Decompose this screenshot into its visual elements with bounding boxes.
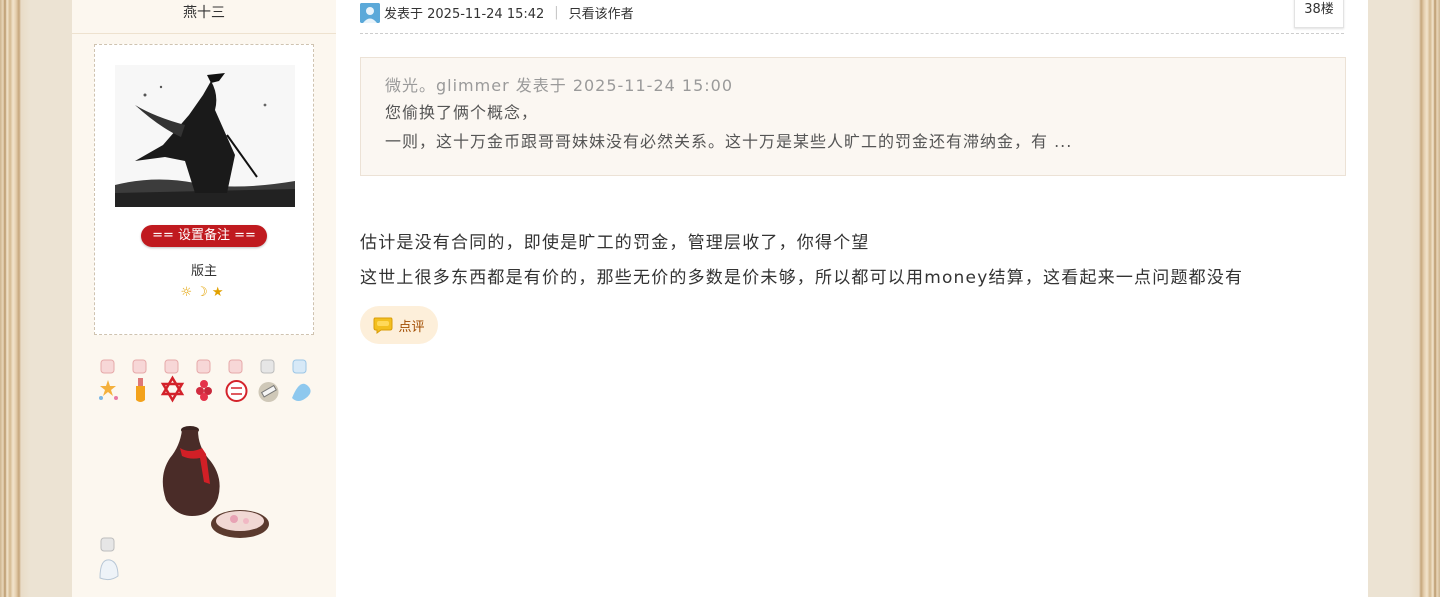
avatar[interactable] (115, 65, 295, 207)
author-role: 版主 (190, 264, 217, 279)
post-content: 发表于 2025-11-24 15:42 | 只看该作者 38楼 微光。glim… (360, 0, 1346, 597)
wine-jar-gift-image (162, 426, 269, 538)
medal-bottle-icon[interactable] (128, 358, 153, 404)
rank-sun-moon-star-icon: ☼☽★ (180, 285, 228, 300)
post-timestamp: 发表于 2025-11-24 15:42 (384, 7, 545, 22)
medal-flower-icon[interactable] (192, 358, 217, 404)
post-paragraph: 估计是没有合同的，即使是旷工的罚金，管理层收了，你得个望 (360, 233, 870, 253)
page-frame-left (0, 0, 30, 597)
quote-line: 一则，这十万金币跟哥哥妹妹没有必然关系。这十万是某些人旷工的罚金还有滞纳金，有 … (385, 132, 1073, 151)
medal-list (94, 358, 318, 404)
author-sidebar: 燕十三 == 设置备注 == 版主 ☼☽★ (72, 0, 336, 597)
author-profile-card: == 设置备注 == 版主 ☼☽★ (94, 44, 314, 335)
floor-number-badge[interactable]: 38楼 (1294, 0, 1344, 28)
only-author-link[interactable]: 只看该作者 (569, 3, 634, 22)
quoted-reply: 微光。glimmer 发表于 2025-11-24 15:00 您偷换了俩个概念… (360, 57, 1346, 176)
medal-water-icon[interactable] (288, 358, 313, 404)
post-body: 估计是没有合同的，即使是旷工的罚金，管理层收了，你得个望 这世上很多东西都是有价… (360, 226, 1344, 296)
page-frame-right (1410, 0, 1440, 597)
medal-scroll-icon[interactable] (256, 358, 281, 404)
post-meta-bar: 发表于 2025-11-24 15:42 | 只看该作者 38楼 (360, 0, 1344, 34)
user-icon (360, 2, 380, 23)
medal-stars-icon[interactable] (96, 358, 121, 404)
comment-button-label: 点评 (398, 319, 425, 335)
medal-circle-seal-icon[interactable] (224, 358, 249, 404)
medal-cat-icon[interactable] (96, 536, 121, 582)
swordsman-avatar-image (115, 65, 295, 207)
meta-divider: | (554, 5, 559, 20)
comment-bubble-icon (373, 317, 393, 334)
comment-button[interactable]: 点评 (360, 306, 438, 344)
post-paragraph: 这世上很多东西都是有价的，那些无价的多数是价未够，所以都可以用money结算，这… (360, 268, 1244, 288)
set-remark-button[interactable]: == 设置备注 == (141, 225, 267, 247)
author-username[interactable]: 燕十三 (72, 0, 336, 34)
medal-star-of-david-icon[interactable] (160, 358, 185, 404)
quote-line: 您偷换了俩个概念， (385, 103, 539, 122)
quote-header: 微光。glimmer 发表于 2025-11-24 15:00 (385, 76, 733, 95)
forum-post: 燕十三 == 设置备注 == 版主 ☼☽★ 发表于 2025-11-24 15:… (72, 0, 1368, 597)
